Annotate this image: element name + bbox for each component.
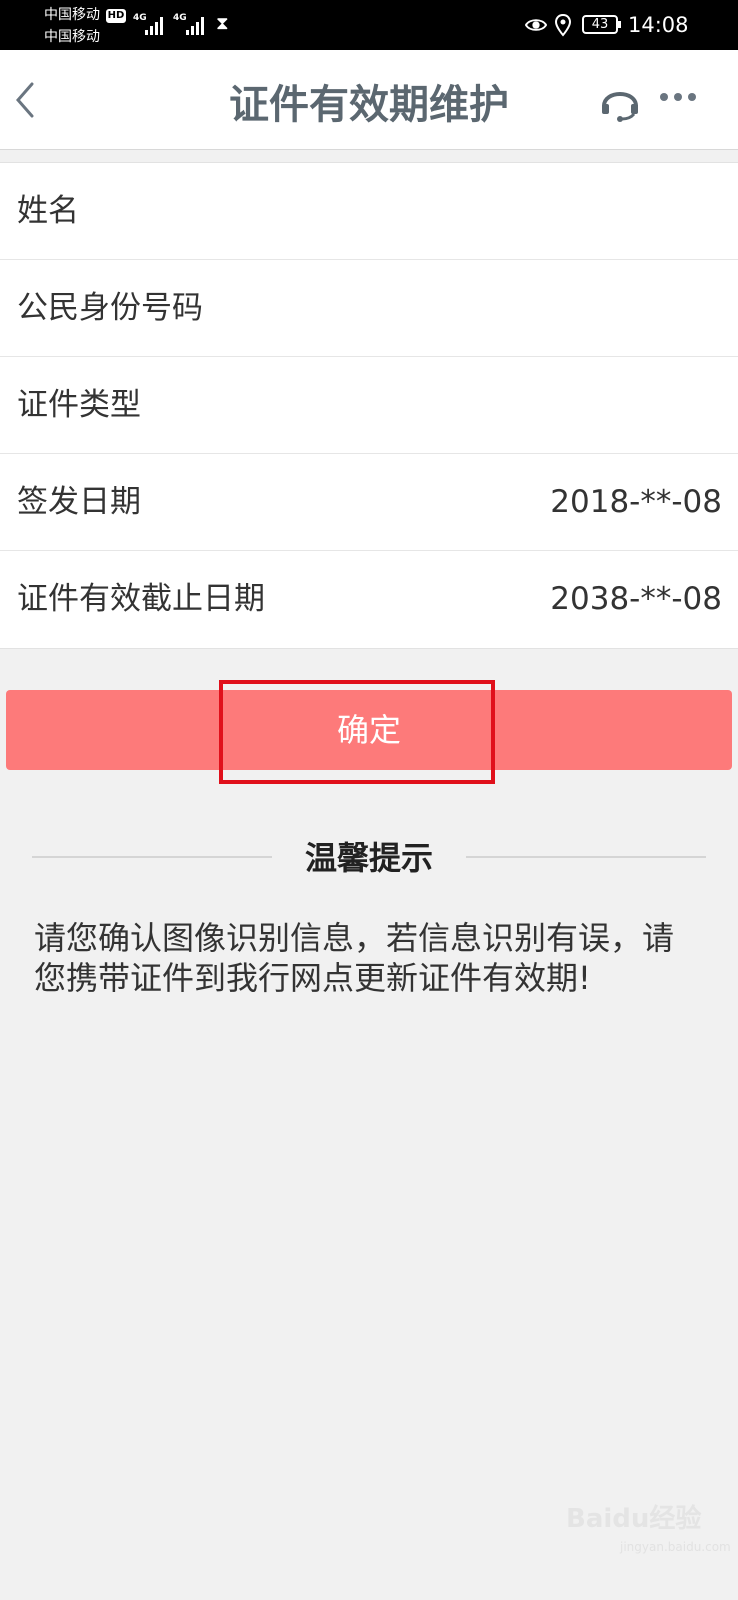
- status-bar: 中国移动 中国移动 HD 4G 4G ⧗ 43 14:08: [0, 0, 738, 50]
- page-header: 证件有效期维护: [0, 50, 738, 150]
- tips-text: 请您确认图像识别信息，若信息识别有误，请您携带证件到我行网点更新证件有效期!: [34, 919, 675, 997]
- form-label-issue-date: 签发日期: [17, 484, 141, 520]
- more-icon[interactable]: [658, 86, 698, 106]
- form-value-issue-date[interactable]: 2018-**-08: [550, 454, 722, 550]
- form-label-expiry-date: 证件有效截止日期: [17, 581, 265, 617]
- tips-title: 温馨提示: [304, 839, 433, 877]
- id-info-form: 姓名 公民身份号码 证件类型 签发日期 2018-**-08 证件有效截止日期 …: [0, 162, 738, 649]
- form-value-expiry-date[interactable]: 2038-**-08: [550, 551, 722, 647]
- form-label-id-type: 证件类型: [17, 387, 141, 423]
- form-row-name: 姓名: [0, 163, 738, 260]
- status-time: 14:08: [628, 13, 689, 37]
- signal-icon-2: [184, 15, 206, 35]
- carrier-label-2: 中国移动: [44, 29, 100, 45]
- form-row-id-type: 证件类型: [0, 357, 738, 454]
- highlight-annotation-box: [219, 680, 495, 784]
- form-row-expiry-date[interactable]: 证件有效截止日期 2038-**-08: [0, 551, 738, 648]
- baidu-watermark: Baidu经验: [566, 1504, 702, 1534]
- form-row-id-number: 公民身份号码: [0, 260, 738, 357]
- eye-icon: [525, 19, 547, 31]
- baidu-watermark-url: jingyan.baidu.com: [620, 1540, 731, 1554]
- carrier-label-1: 中国移动: [44, 7, 100, 23]
- form-label-id-number: 公民身份号码: [17, 290, 203, 326]
- signal-icon-1: [143, 15, 165, 35]
- headset-icon[interactable]: [600, 82, 640, 122]
- battery-icon: 43: [582, 15, 621, 34]
- form-label-name: 姓名: [17, 193, 79, 229]
- hourglass-icon: ⧗: [216, 13, 229, 34]
- hd-badge: HD: [106, 9, 126, 23]
- location-icon: [554, 13, 572, 37]
- form-row-issue-date[interactable]: 签发日期 2018-**-08: [0, 454, 738, 551]
